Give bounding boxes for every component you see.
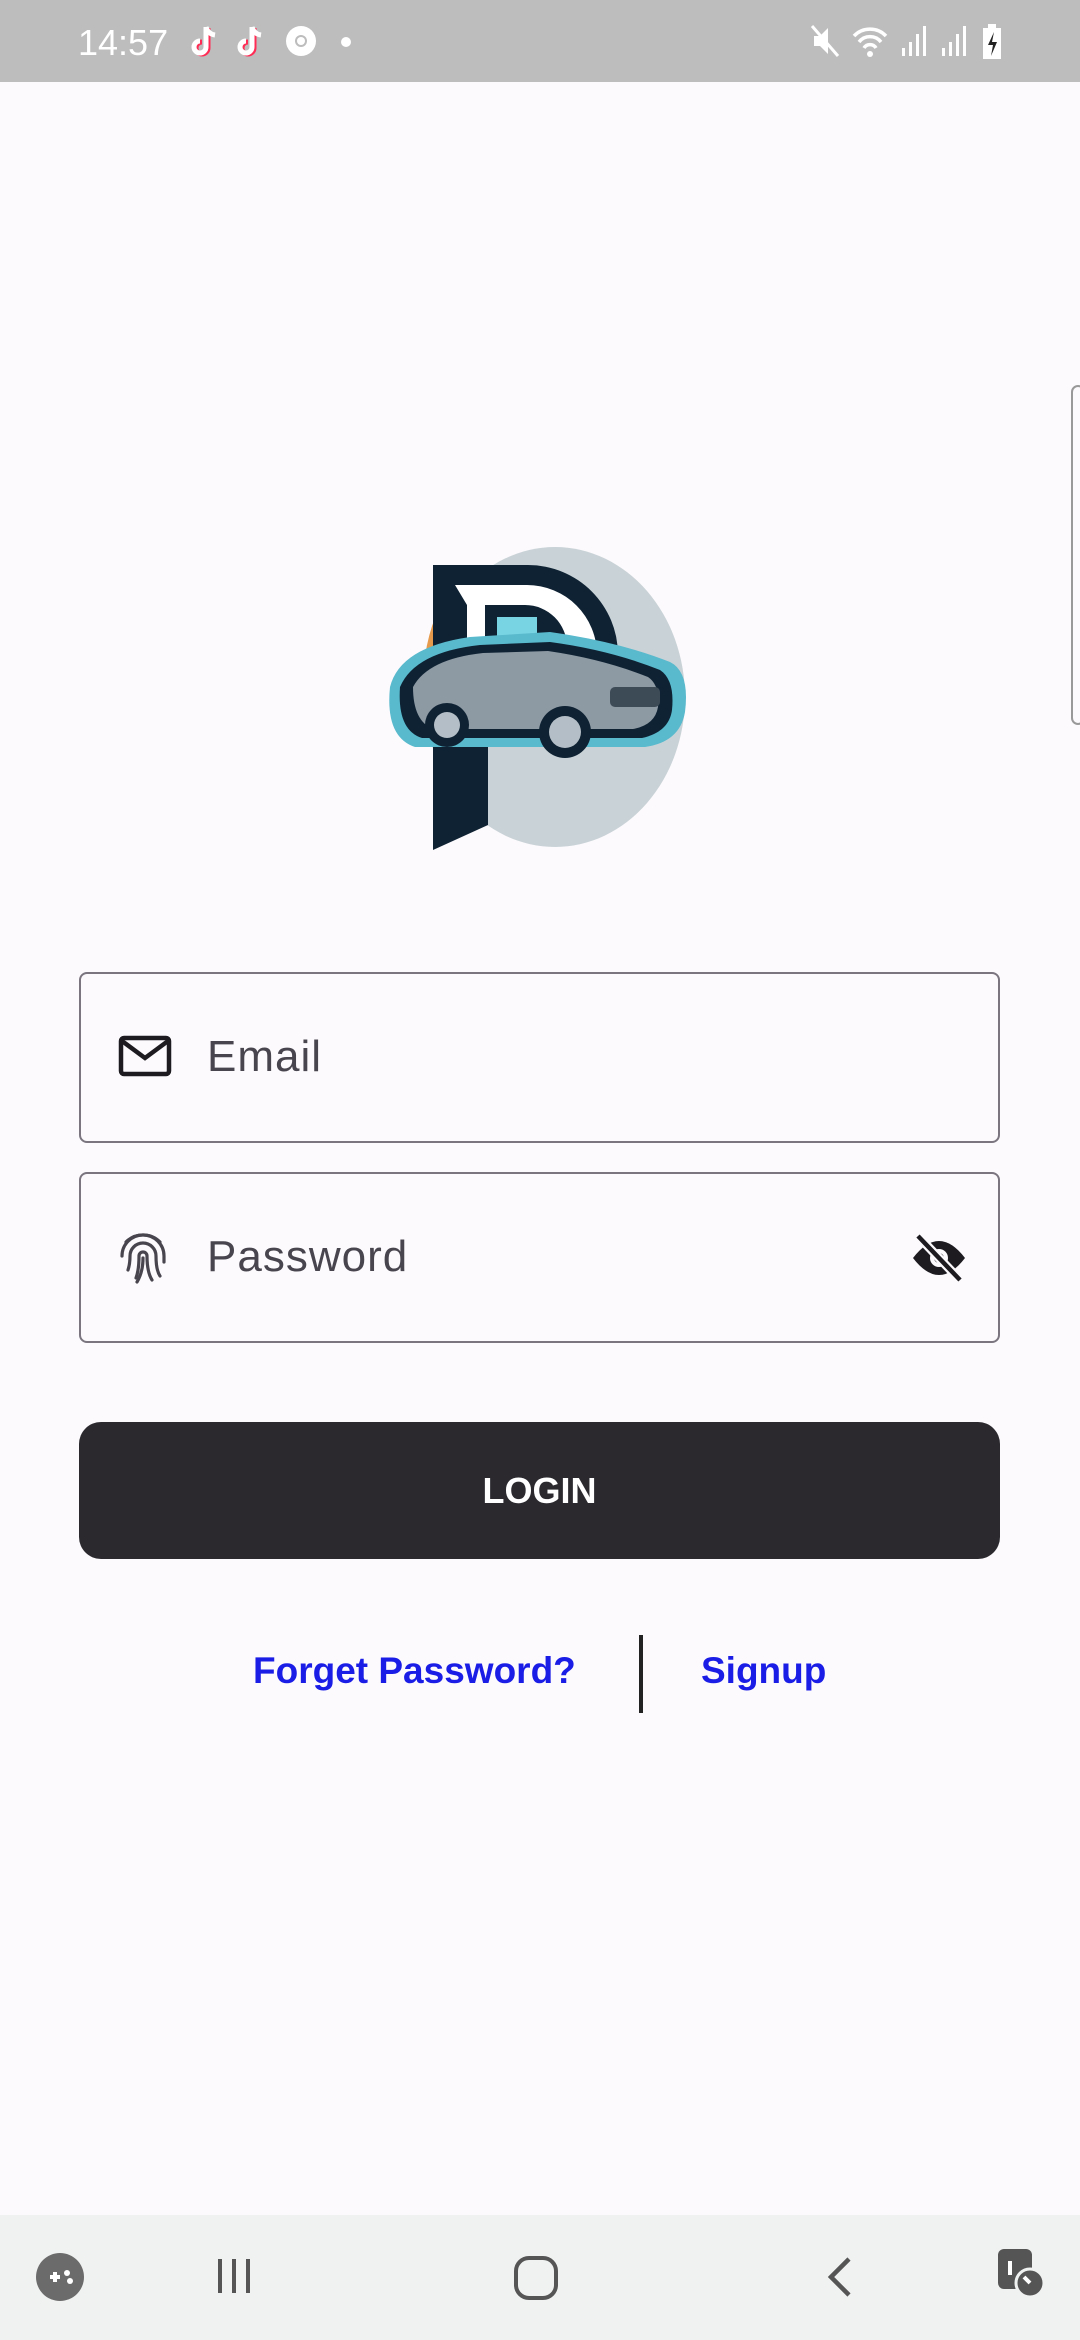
recents-icon[interactable] xyxy=(214,2255,254,2297)
wifi-icon xyxy=(852,27,888,57)
tiktok-icon xyxy=(237,26,262,57)
password-placeholder: Password xyxy=(207,1232,409,1281)
battery-charging-icon xyxy=(983,24,1001,59)
game-launcher-icon[interactable] xyxy=(34,2251,86,2303)
mute-icon xyxy=(810,25,840,57)
status-bar: 14:57 xyxy=(0,0,1080,82)
password-input[interactable]: Password xyxy=(79,1172,1000,1343)
fingerprint-icon xyxy=(120,1233,166,1284)
email-input[interactable]: Email xyxy=(79,972,1000,1143)
eye-off-icon[interactable] xyxy=(910,1232,968,1284)
login-label: LOGIN xyxy=(482,1469,597,1511)
edge-panel-handle[interactable] xyxy=(1071,385,1080,725)
home-icon[interactable] xyxy=(513,2255,559,2301)
email-placeholder: Email xyxy=(207,1032,323,1081)
back-icon[interactable] xyxy=(823,2255,857,2299)
navigation-bar xyxy=(0,2215,1080,2340)
tiktok-icon xyxy=(191,26,216,57)
dot-icon xyxy=(341,37,351,47)
link-divider xyxy=(639,1635,643,1713)
status-time: 14:57 xyxy=(78,22,169,63)
chrome-icon xyxy=(286,26,316,56)
login-button[interactable]: LOGIN xyxy=(79,1422,1000,1559)
signup-link[interactable]: Signup xyxy=(701,1650,826,1692)
accessibility-icon[interactable] xyxy=(994,2247,1046,2299)
mail-icon xyxy=(118,1035,172,1077)
app-logo xyxy=(389,547,686,850)
signal-icon xyxy=(902,26,926,56)
signal-icon xyxy=(942,26,966,56)
forget-password-link[interactable]: Forget Password? xyxy=(253,1650,576,1692)
